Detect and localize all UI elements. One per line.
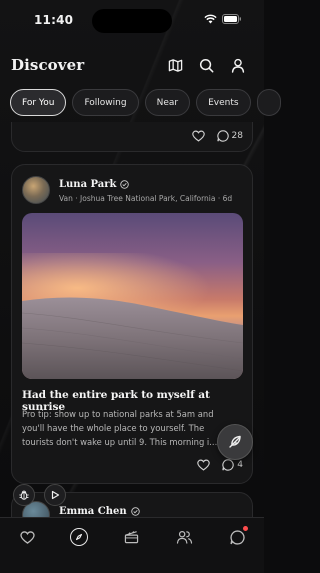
- wifi-icon: [204, 14, 217, 24]
- compose-button[interactable]: [217, 424, 253, 460]
- search-button[interactable]: [196, 55, 216, 75]
- comment-button[interactable]: 4: [222, 459, 243, 471]
- notification-badge: [243, 526, 248, 531]
- filter-chip-events[interactable]: Events: [196, 89, 251, 116]
- compass-icon: [75, 533, 83, 541]
- dynamic-island: [92, 9, 172, 33]
- comment-icon: [216, 130, 229, 142]
- user-icon: [231, 58, 245, 73]
- post-actions: 28: [191, 130, 243, 142]
- heart-icon: [19, 530, 35, 544]
- author-avatar[interactable]: [22, 176, 50, 204]
- author-row: Luna Park: [59, 179, 130, 190]
- debug-button[interactable]: [13, 484, 35, 506]
- comment-count: 28: [231, 131, 243, 141]
- page-title: Discover: [11, 56, 85, 74]
- filter-chip-following[interactable]: Following: [72, 89, 139, 116]
- post-card[interactable]: Luna Park Van · Joshua Tree National Par…: [11, 164, 253, 484]
- map-icon: [168, 58, 182, 72]
- chat-icon: [229, 529, 245, 545]
- comment-button[interactable]: 28: [216, 130, 243, 142]
- post-actions: 4: [197, 459, 243, 471]
- like-button[interactable]: [197, 459, 211, 471]
- post-photo[interactable]: [22, 213, 243, 379]
- map-button[interactable]: [165, 55, 185, 75]
- status-time: 11:40: [34, 13, 74, 27]
- filter-chip-near[interactable]: Near: [144, 89, 191, 116]
- tab-community[interactable]: [174, 527, 194, 547]
- comment-icon: [222, 459, 234, 471]
- feather-icon: [229, 435, 241, 448]
- tab-discover[interactable]: [70, 528, 88, 546]
- filter-chips: For You Following Near Events: [10, 89, 281, 116]
- verified-icon: [120, 180, 130, 189]
- filter-chip-more[interactable]: [256, 89, 281, 116]
- tab-favorites[interactable]: [17, 527, 37, 547]
- status-icons: [204, 14, 242, 24]
- author-name[interactable]: Luna Park: [59, 179, 116, 190]
- post-card[interactable]: 28: [11, 122, 253, 152]
- bug-icon: [19, 490, 29, 500]
- filter-chip-for-you[interactable]: For You: [10, 89, 67, 116]
- tab-videos[interactable]: [121, 527, 141, 547]
- author-name[interactable]: Emma Chen: [59, 506, 127, 517]
- status-bar: 11:40: [0, 0, 264, 40]
- header: Discover: [0, 50, 264, 80]
- author-row: Emma Chen: [59, 506, 140, 517]
- comment-count: 4: [237, 460, 243, 470]
- tab-messages[interactable]: [227, 526, 248, 547]
- play-button[interactable]: [44, 484, 66, 506]
- post-meta: Van · Joshua Tree National Park, Califor…: [59, 194, 233, 203]
- post-body: Pro tip: show up to national parks at 5a…: [22, 409, 218, 447]
- like-button[interactable]: [191, 130, 205, 142]
- users-icon: [176, 530, 192, 544]
- battery-icon: [222, 14, 241, 24]
- verified-icon: [130, 507, 140, 516]
- play-icon: [51, 490, 60, 500]
- film-icon: [124, 531, 138, 544]
- profile-button[interactable]: [228, 55, 248, 75]
- tab-bar: [0, 517, 264, 573]
- search-icon: [199, 58, 213, 72]
- feed[interactable]: 28 Luna Park Van · Joshua Tree National …: [11, 122, 253, 520]
